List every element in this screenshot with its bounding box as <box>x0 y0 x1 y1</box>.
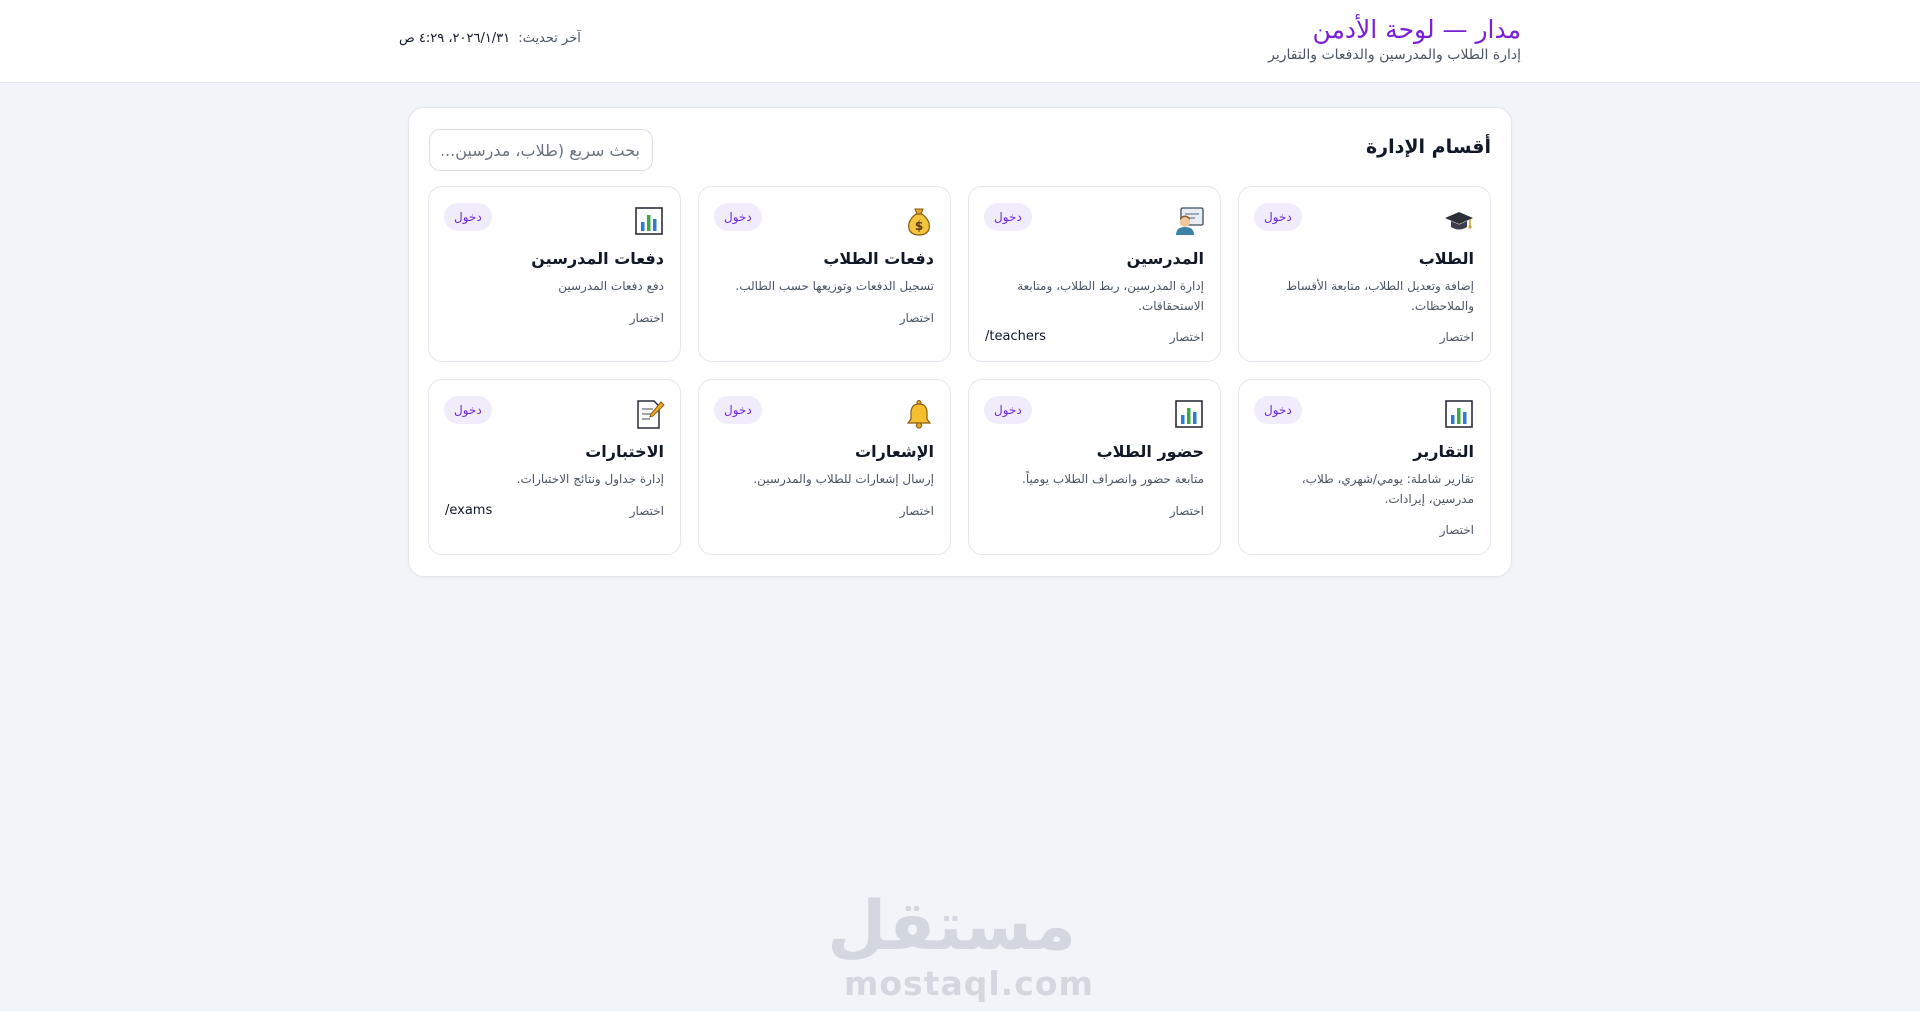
card-title: التقارير <box>1413 442 1474 461</box>
shortcut-label: اختصار <box>1169 504 1204 518</box>
watermark-arabic: مستقل <box>827 887 1076 966</box>
shortcut-label: اختصار <box>629 504 664 518</box>
card-description: دفع دفعات المدرسين <box>558 279 664 293</box>
card-title: حضور الطلاب <box>1096 442 1204 461</box>
page-title: مدار — لوحة الأدمن <box>1312 15 1521 44</box>
card-description: إدارة المدرسين، ربط الطلاب، ومتابعة الاس… <box>1017 279 1204 313</box>
mostaql-watermark: مستقل mostaql.com <box>827 887 1094 1003</box>
card-student-payments[interactable]: $ دخول دفعات الطلاب تسجيل الدفعات وتوزيع… <box>698 186 951 362</box>
card-description: متابعة حضور وانصراف الطلاب يومياً. <box>1022 472 1204 486</box>
card-title: الإشعارات <box>855 442 934 461</box>
shortcut-label: اختصار <box>1169 330 1204 344</box>
enter-button[interactable]: دخول <box>984 396 1032 424</box>
card-title: دفعات المدرسين <box>531 249 664 268</box>
shortcut-label: اختصار <box>899 311 934 325</box>
card-notifications[interactable]: دخول الإشعارات إرسال إشعارات للطلاب والم… <box>698 379 951 555</box>
memo-icon <box>633 398 665 430</box>
enter-button[interactable]: دخول <box>444 396 492 424</box>
enter-button[interactable]: دخول <box>444 203 492 231</box>
card-teacher-payments[interactable]: دخول دفعات المدرسين دفع دفعات المدرسين ا… <box>428 186 681 362</box>
route-path: /exams <box>445 503 493 518</box>
card-description: تسجيل الدفعات وتوزيعها حسب الطالب. <box>735 279 934 293</box>
graduation-cap-icon <box>1443 205 1475 237</box>
shortcut-label: اختصار <box>899 504 934 518</box>
card-description: تقارير شاملة: يومي/شهري، طلاب، مدرسين، إ… <box>1301 472 1474 506</box>
bar-chart-icon <box>633 205 665 237</box>
card-description: إضافة وتعديل الطلاب، متابعة الأقساط والم… <box>1285 279 1474 313</box>
card-reports[interactable]: دخول التقارير تقارير شاملة: يومي/شهري، ط… <box>1238 379 1491 555</box>
shortcut-label: اختصار <box>629 311 664 325</box>
money-bag-icon: $ <box>903 205 935 237</box>
svg-text:$: $ <box>915 219 923 233</box>
page-subtitle: إدارة الطلاب والمدرسين والدفعات والتقاري… <box>1268 47 1521 63</box>
watermark-latin: mostaql.com <box>844 964 1094 1003</box>
top-bar: مدار — لوحة الأدمن إدارة الطلاب والمدرسي… <box>0 0 1920 83</box>
bell-icon <box>903 398 935 430</box>
enter-button[interactable]: دخول <box>1254 203 1302 231</box>
card-title: الطلاب <box>1418 249 1474 268</box>
card-description: إرسال إشعارات للطلاب والمدرسين. <box>753 472 934 486</box>
card-students[interactable]: دخول الطلاب إضافة وتعديل الطلاب، متابعة … <box>1238 186 1491 362</box>
enter-button[interactable]: دخول <box>1254 396 1302 424</box>
last-update: آخر تحديث: ٢٠٢٦/١/٣١، ٤:٢٩ ص <box>399 31 581 46</box>
card-title: دفعات الطلاب <box>823 249 934 268</box>
shortcut-label: اختصار <box>1439 330 1474 344</box>
card-title: الاختبارات <box>585 442 664 461</box>
card-teachers[interactable]: دخول المدرسين إدارة المدرسين، ربط الطلاب… <box>968 186 1221 362</box>
search-input[interactable] <box>429 129 653 171</box>
card-title: المدرسين <box>1126 249 1204 268</box>
enter-button[interactable]: دخول <box>984 203 1032 231</box>
teacher-icon <box>1173 205 1205 237</box>
enter-button[interactable]: دخول <box>714 396 762 424</box>
admin-sections-panel: أقسام الإدارة دخول الطلاب إضافة وتعديل ا… <box>408 107 1512 577</box>
brand: مدار — لوحة الأدمن إدارة الطلاب والمدرسي… <box>1268 14 1521 63</box>
card-exams[interactable]: دخول الاختبارات إدارة جداول ونتائج الاخت… <box>428 379 681 555</box>
bar-chart-icon <box>1443 398 1475 430</box>
panel-title: أقسام الإدارة <box>1365 136 1491 158</box>
last-update-label: آخر تحديث: <box>518 31 581 46</box>
shortcut-label: اختصار <box>1439 523 1474 537</box>
bar-chart-icon <box>1173 398 1205 430</box>
last-update-value: ٢٠٢٦/١/٣١، ٤:٢٩ ص <box>399 31 511 46</box>
card-attendance[interactable]: دخول حضور الطلاب متابعة حضور وانصراف الط… <box>968 379 1221 555</box>
route-path: /teachers <box>985 329 1046 344</box>
card-description: إدارة جداول ونتائج الاختبارات. <box>516 472 664 486</box>
enter-button[interactable]: دخول <box>714 203 762 231</box>
